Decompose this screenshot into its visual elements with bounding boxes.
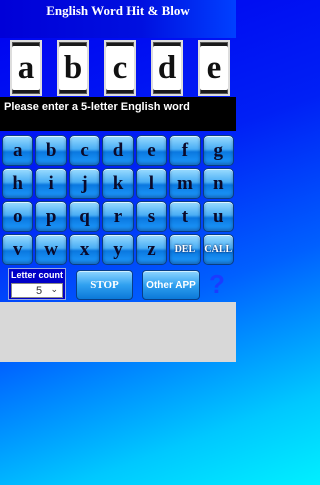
guess-tiles: a b c d e bbox=[10, 40, 230, 96]
key-h[interactable]: h bbox=[2, 168, 34, 199]
key-x[interactable]: x bbox=[68, 234, 101, 265]
key-e[interactable]: e bbox=[135, 135, 168, 166]
letter-tile: d bbox=[151, 40, 183, 96]
key-b[interactable]: b bbox=[35, 135, 67, 166]
key-c[interactable]: c bbox=[68, 135, 101, 166]
letter-tile: a bbox=[10, 40, 42, 96]
tile-letter: b bbox=[59, 46, 87, 90]
controls-bar: Letter count 5 ⌄ STOP Other APP ? bbox=[0, 268, 236, 302]
key-z[interactable]: z bbox=[135, 234, 168, 265]
key-i[interactable]: i bbox=[35, 168, 67, 199]
stop-button[interactable]: STOP bbox=[76, 270, 133, 300]
tile-letter: e bbox=[200, 46, 228, 90]
key-w[interactable]: w bbox=[35, 234, 67, 265]
key-l[interactable]: l bbox=[135, 168, 168, 199]
letter-tile: b bbox=[57, 40, 89, 96]
key-t[interactable]: t bbox=[169, 201, 201, 232]
key-a[interactable]: a bbox=[2, 135, 34, 166]
history-panel bbox=[0, 302, 236, 362]
other-app-button[interactable]: Other APP bbox=[142, 270, 200, 300]
delete-button[interactable]: DEL bbox=[169, 234, 201, 265]
key-n[interactable]: n bbox=[202, 168, 234, 199]
key-s[interactable]: s bbox=[135, 201, 168, 232]
letter-count-label: Letter count bbox=[10, 270, 63, 280]
key-j[interactable]: j bbox=[68, 168, 101, 199]
letter-count-value: 5 bbox=[36, 285, 43, 297]
key-u[interactable]: u bbox=[202, 201, 234, 232]
chevron-down-icon: ⌄ bbox=[50, 284, 58, 294]
key-g[interactable]: g bbox=[202, 135, 234, 166]
key-m[interactable]: m bbox=[169, 168, 201, 199]
call-button[interactable]: CALL bbox=[202, 234, 234, 265]
message-bar: Please enter a 5-letter English word bbox=[0, 97, 236, 131]
app-title: English Word Hit & Blow bbox=[0, 0, 236, 38]
key-y[interactable]: y bbox=[102, 234, 134, 265]
letter-tile: e bbox=[198, 40, 230, 96]
key-d[interactable]: d bbox=[102, 135, 134, 166]
tile-letter: a bbox=[12, 46, 40, 90]
help-icon[interactable]: ? bbox=[206, 268, 228, 300]
key-o[interactable]: o bbox=[2, 201, 34, 232]
tile-letter: d bbox=[153, 46, 181, 90]
key-k[interactable]: k bbox=[102, 168, 134, 199]
key-f[interactable]: f bbox=[169, 135, 201, 166]
key-r[interactable]: r bbox=[102, 201, 134, 232]
letter-count-box: Letter count 5 ⌄ bbox=[8, 268, 66, 300]
letter-keyboard: a b c d e f g h i j k l m n o p q r s t … bbox=[0, 134, 236, 266]
key-q[interactable]: q bbox=[68, 201, 101, 232]
key-v[interactable]: v bbox=[2, 234, 34, 265]
key-p[interactable]: p bbox=[35, 201, 67, 232]
letter-count-select[interactable]: 5 ⌄ bbox=[11, 283, 63, 298]
letter-tile: c bbox=[104, 40, 136, 96]
tile-letter: c bbox=[106, 46, 134, 90]
instruction-text: Please enter a 5-letter English word bbox=[4, 101, 190, 113]
